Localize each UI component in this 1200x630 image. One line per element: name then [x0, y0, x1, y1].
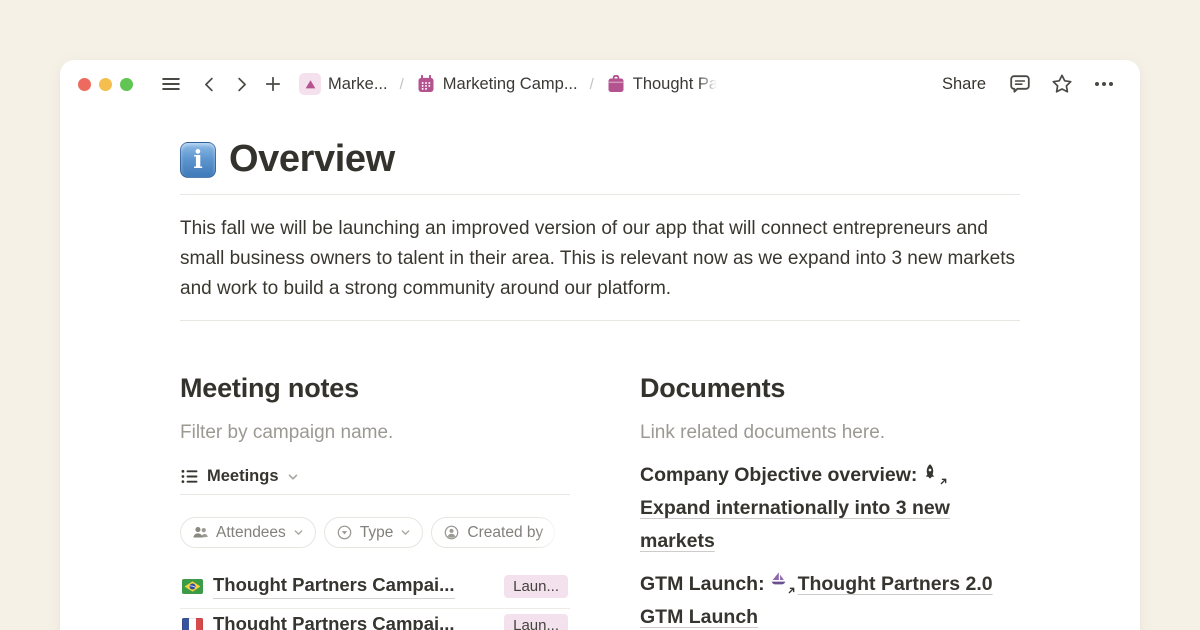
breadcrumb-separator: /	[399, 76, 405, 93]
intro-divider	[180, 320, 1020, 321]
document-link[interactable]: Expand internationally into 3 new market…	[640, 497, 950, 552]
briefcase-icon	[606, 74, 626, 94]
person-circle-icon	[443, 524, 460, 541]
meeting-notes-description: Filter by campaign name.	[180, 419, 570, 447]
breadcrumb-label: Marke...	[328, 75, 388, 94]
filter-chip-created-by[interactable]: Created by	[431, 517, 555, 548]
calendar-icon	[416, 74, 436, 94]
star-icon	[1050, 72, 1074, 96]
forward-button[interactable]	[227, 70, 255, 98]
two-column-layout: Meeting notes Filter by campaign name. M…	[180, 371, 1020, 630]
meeting-notes-column: Meeting notes Filter by campaign name. M…	[180, 371, 570, 630]
document-label: GTM Launch:	[640, 573, 765, 595]
favorite-button[interactable]	[1048, 70, 1076, 98]
meetings-list: Thought Partners Campai... Laun... Thoug…	[180, 570, 570, 630]
ellipsis-icon	[1092, 72, 1116, 96]
select-circle-icon	[336, 524, 353, 541]
topbar-actions: Share	[936, 70, 1118, 98]
page-title-row: i Overview	[180, 138, 1020, 181]
sailboat-icon	[769, 571, 795, 593]
filter-chip-label: Attendees	[216, 524, 286, 542]
meeting-title-link[interactable]: Thought Partners Campai...	[213, 613, 455, 630]
breadcrumb-item-workspace[interactable]: Marke...	[295, 71, 392, 97]
chevron-down-icon	[293, 527, 304, 538]
back-button[interactable]	[195, 70, 223, 98]
filter-chip-label: Type	[360, 524, 394, 542]
meeting-row[interactable]: Thought Partners Campai... Laun...	[180, 570, 570, 609]
meeting-title-link[interactable]: Thought Partners Campai...	[213, 574, 455, 599]
documents-column: Documents Link related documents here. C…	[640, 371, 1020, 630]
minimize-window-button[interactable]	[99, 78, 112, 91]
hamburger-icon	[160, 73, 182, 95]
new-page-button[interactable]	[259, 70, 287, 98]
traffic-lights	[78, 78, 133, 91]
information-emoji: i	[180, 142, 216, 178]
meetings-view-tab[interactable]: Meetings	[180, 467, 570, 494]
documents-description: Link related documents here.	[640, 419, 1020, 447]
meeting-notes-heading: Meeting notes	[180, 371, 570, 405]
link-arrow-icon	[938, 476, 949, 487]
campaign-tag: Laun...	[504, 575, 568, 598]
breadcrumb-item-marketing-campaigns[interactable]: Marketing Camp...	[412, 72, 582, 96]
breadcrumb-item-thought-partners[interactable]: Thought Pa	[602, 72, 722, 96]
breadcrumb: Marke... / Marketing Camp... / Thought P…	[295, 71, 722, 97]
chevron-down-icon	[400, 527, 411, 538]
view-tab-divider	[180, 494, 570, 495]
more-options-button[interactable]	[1090, 70, 1118, 98]
document-item: GTM Launch:Thought Partners 2.0 GTM Laun…	[640, 568, 1020, 630]
document-label: Company Objective overview:	[640, 464, 917, 486]
document-item: Company Objective overview: Expand intern…	[640, 459, 1020, 558]
link-arrow-icon	[786, 585, 797, 596]
filter-chip-type[interactable]: Type	[324, 517, 424, 548]
meeting-row[interactable]: Thought Partners Campai... Laun...	[180, 609, 570, 630]
comment-bubble-icon	[1008, 72, 1032, 96]
chevron-right-icon	[232, 75, 251, 94]
page-title: Overview	[229, 138, 395, 181]
plus-icon	[263, 74, 283, 94]
intro-paragraph: This fall we will be launching an improv…	[180, 214, 1020, 304]
breadcrumb-separator: /	[589, 76, 595, 93]
title-divider	[180, 194, 1020, 195]
rocket-icon	[921, 462, 947, 484]
filter-chip-label: Created by	[467, 524, 543, 542]
france-flag	[182, 618, 203, 630]
brazil-flag	[182, 579, 203, 594]
page-content: i Overview This fall we will be launchin…	[60, 108, 1140, 630]
comments-button[interactable]	[1006, 70, 1034, 98]
meetings-view-label: Meetings	[207, 467, 279, 486]
share-button[interactable]: Share	[936, 71, 992, 98]
filter-chip-attendees[interactable]: Attendees	[180, 517, 316, 548]
chevron-left-icon	[200, 75, 219, 94]
campaign-tag: Laun...	[504, 614, 568, 630]
history-navigation	[195, 70, 287, 98]
filter-chips-row: Attendees Type	[180, 517, 570, 548]
documents-heading: Documents	[640, 371, 1020, 405]
triangle-icon	[299, 73, 321, 95]
sidebar-menu-button[interactable]	[157, 70, 185, 98]
notion-window: Marke... / Marketing Camp... / Thought P…	[60, 60, 1140, 630]
bulleted-list-icon	[180, 467, 199, 486]
breadcrumb-label: Marketing Camp...	[443, 75, 578, 94]
people-icon	[192, 524, 209, 541]
breadcrumb-label: Thought Pa	[633, 75, 718, 94]
close-window-button[interactable]	[78, 78, 91, 91]
window-toolbar: Marke... / Marketing Camp... / Thought P…	[60, 60, 1140, 108]
chevron-down-icon	[287, 471, 299, 483]
zoom-window-button[interactable]	[120, 78, 133, 91]
